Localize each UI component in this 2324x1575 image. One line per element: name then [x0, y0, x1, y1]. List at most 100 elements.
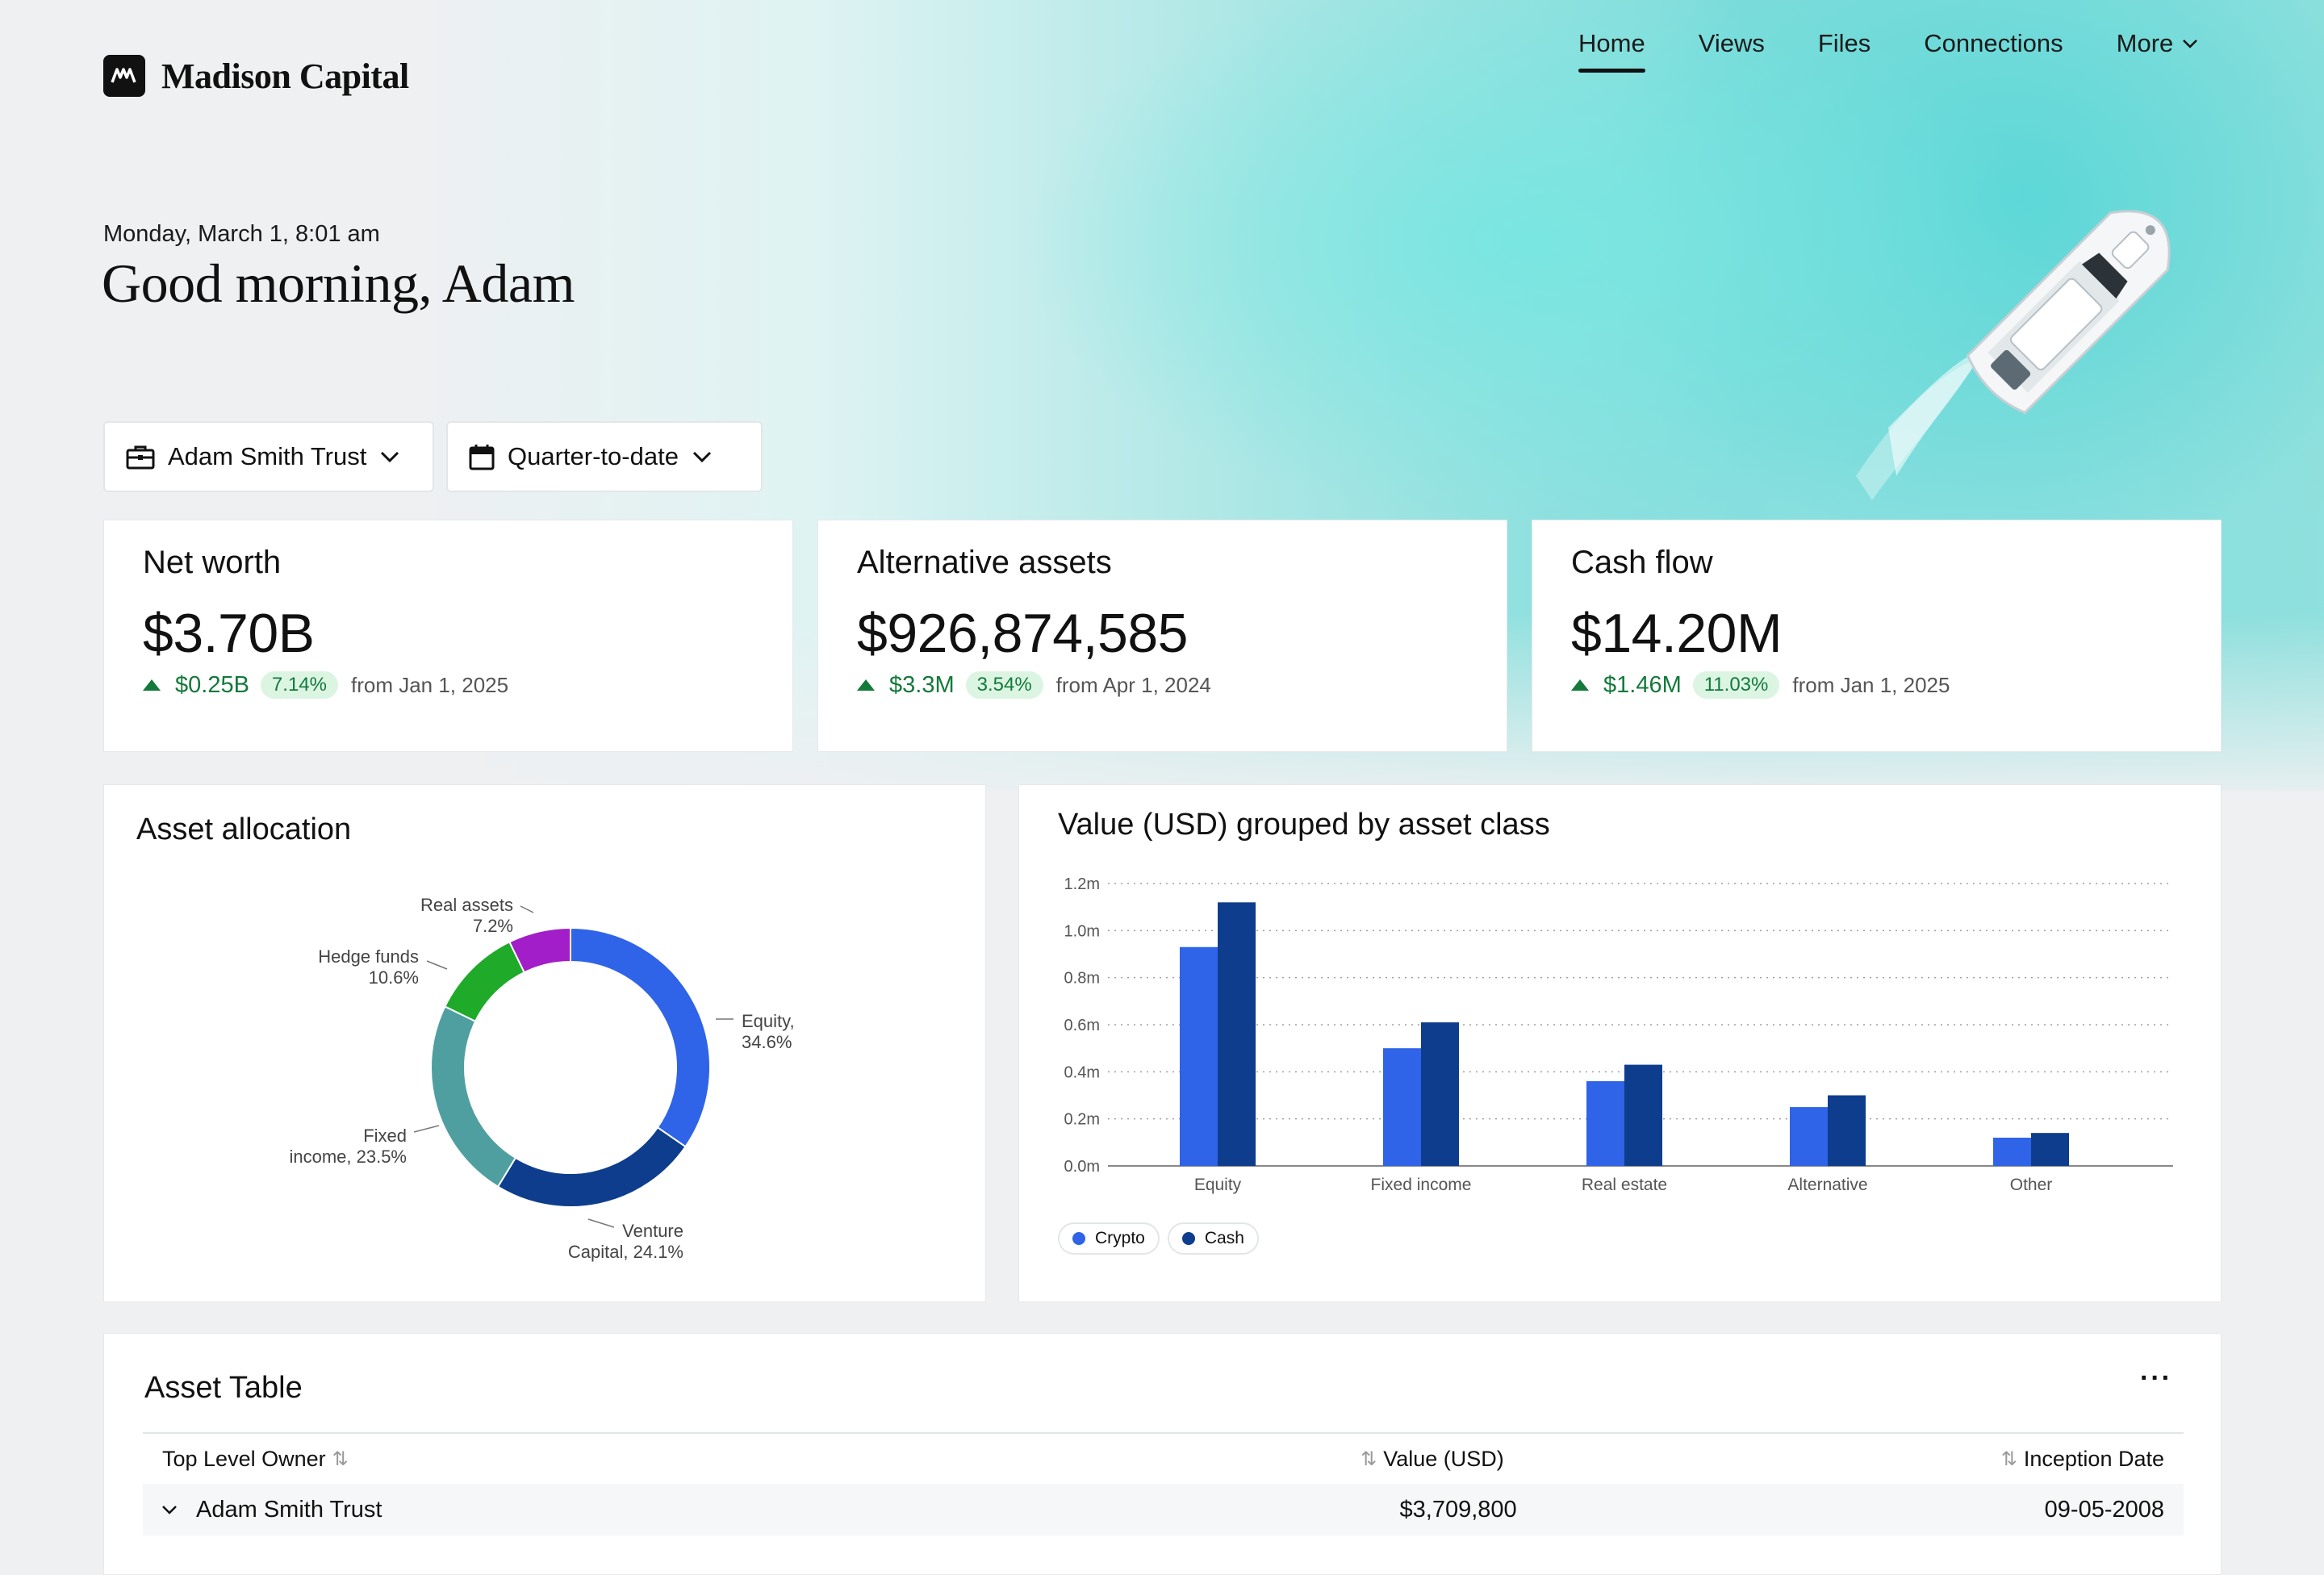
bar-cash-alternative[interactable] [1828, 1095, 1866, 1167]
y-tick-label: 0.2m [1064, 1111, 1100, 1129]
brand-name: Madison Capital [161, 56, 409, 96]
calendar-icon [469, 445, 495, 470]
asset-table-card: Asset Table ··· Top Level Owner ⇅ ⇅ Valu… [103, 1333, 2222, 1575]
y-tick-label: 1.2m [1064, 875, 1100, 893]
donut-label-equity: 34.6% [742, 1032, 792, 1052]
nav-more-label: More [2116, 29, 2174, 57]
kpi-value: $926,874,585 [857, 603, 1188, 664]
bar-cash-other[interactable] [2031, 1133, 2069, 1166]
brand-mark-icon [103, 55, 145, 97]
y-tick-label: 0.8m [1064, 970, 1100, 988]
donut-label-fixed-income: Fixed [363, 1126, 407, 1146]
donut-slice-hedge-funds[interactable] [444, 941, 526, 1023]
legend-item-crypto[interactable]: Crypto [1058, 1222, 1160, 1255]
kpi-change-percent: 7.14% [260, 671, 338, 699]
nav-home[interactable]: Home [1578, 29, 1645, 73]
entity-filter-dropdown[interactable]: Adam Smith Trust [103, 421, 434, 492]
kpi-card-cash-flow[interactable]: Cash flow $14.20M $1.46M 11.03% from Jan… [1532, 520, 2222, 752]
bar-cash-fixed-income[interactable] [1421, 1022, 1459, 1166]
x-tick-label: Fixed income [1371, 1176, 1472, 1194]
x-tick-label: Equity [1194, 1176, 1242, 1194]
legend-dot-cash [1181, 1232, 1195, 1245]
y-tick-label: 0.6m [1064, 1017, 1100, 1034]
donut-label-equity: Equity, [742, 1011, 795, 1031]
nav-connections[interactable]: Connections [1924, 29, 2063, 73]
table-header-row: Top Level Owner ⇅ ⇅ Value (USD) ⇅ Incept… [143, 1432, 2184, 1485]
donut-label-venture-capital: Venture [622, 1221, 683, 1241]
chevron-down-icon [2183, 40, 2198, 48]
donut-label-fixed-income: income, 23.5% [289, 1147, 407, 1167]
column-header-owner-label: Top Level Owner [162, 1446, 326, 1471]
asset-allocation-donut: Equity,34.6% VentureCapital, 24.1% Fixedin… [289, 895, 795, 1262]
arrow-up-icon [857, 679, 875, 691]
kpi-value: $3.70B [143, 603, 315, 664]
label-leader-line [587, 1218, 615, 1228]
chevron-down-icon[interactable] [161, 1504, 178, 1515]
donut-slice-fixed-income[interactable] [430, 1005, 517, 1189]
cell-inception-date: 09-05-2008 [2044, 1496, 2164, 1523]
nav-more[interactable]: More [2117, 29, 2200, 73]
table-row[interactable]: Adam Smith Trust $3,709,800 09-05-2008 [143, 1484, 2184, 1535]
column-header-inception[interactable]: ⇅ Inception Date [2001, 1447, 2164, 1472]
arrow-up-icon [1571, 679, 1589, 691]
sort-icon: ⇅ [2000, 1448, 2017, 1470]
kpi-change-from: from Jan 1, 2025 [1792, 672, 1950, 697]
kpi-card-alternative-assets[interactable]: Alternative assets $926,874,585 $3.3M 3.… [817, 520, 1507, 752]
bar-cash-real-estate[interactable] [1624, 1064, 1662, 1166]
period-filter-dropdown[interactable]: Quarter-to-date [446, 421, 763, 492]
cell-value: $3,709,800 [1399, 1496, 1517, 1523]
bar-crypto-alternative[interactable] [1790, 1107, 1828, 1166]
kpi-title: Cash flow [1571, 545, 1713, 580]
briefcase-icon [126, 445, 155, 470]
bar-crypto-fixed-income[interactable] [1383, 1048, 1421, 1166]
bar-crypto-real-estate[interactable] [1586, 1081, 1624, 1166]
kpi-change-from: from Jan 1, 2025 [350, 672, 509, 697]
cell-owner: Adam Smith Trust [196, 1496, 382, 1523]
chart-legend: Crypto Cash [1058, 1222, 1259, 1255]
brand-logo[interactable]: Madison Capital [103, 55, 409, 97]
period-filter-label: Quarter-to-date [508, 442, 679, 470]
y-tick-label: 0.0m [1064, 1158, 1100, 1176]
kpi-change-percent: 11.03% [1692, 671, 1780, 699]
kpi-card-net-worth[interactable]: Net worth $3.70B $0.25B 7.14% from Jan 1… [103, 520, 793, 752]
yacht-image [1856, 210, 2171, 500]
kpi-change: $0.25B 7.14% from Jan 1, 2025 [143, 671, 754, 699]
kpi-change-percent: 3.54% [965, 671, 1043, 699]
y-tick-label: 1.0m [1064, 922, 1100, 940]
kpi-change-amount: $3.3M [889, 671, 955, 698]
label-leader-line [413, 1125, 440, 1133]
kpi-change: $1.46M 11.03% from Jan 1, 2025 [1571, 671, 2182, 699]
column-header-value[interactable]: ⇅ Value (USD) [1361, 1447, 1504, 1472]
value-by-asset-class-card: Value (USD) grouped by asset class 0.0m 0… [1018, 784, 2222, 1302]
chevron-down-icon [381, 451, 399, 463]
kpi-title: Alternative assets [857, 545, 1112, 580]
entity-filter-label: Adam Smith Trust [168, 442, 367, 470]
donut-slice-equity[interactable] [570, 926, 711, 1148]
donut-label-hedge-funds: Hedge funds [318, 946, 419, 967]
bar-crypto-equity[interactable] [1180, 946, 1218, 1166]
nav-files-label: Files [1817, 29, 1871, 57]
legend-dot-crypto [1072, 1232, 1085, 1245]
y-tick-label: 0.4m [1064, 1063, 1100, 1081]
x-tick-label: Other [2010, 1176, 2053, 1194]
nav-files[interactable]: Files [1818, 29, 1870, 73]
bar-crypto-other[interactable] [1993, 1138, 2031, 1166]
nav-home-label: Home [1578, 29, 1645, 57]
donut-label-hedge-funds: 10.6% [369, 967, 419, 988]
more-options-icon[interactable]: ··· [2140, 1363, 2172, 1394]
bar-cash-equity[interactable] [1218, 902, 1256, 1166]
kpi-title: Net worth [143, 545, 282, 580]
nav-views[interactable]: Views [1699, 29, 1765, 73]
donut-slice-venture-capital[interactable] [496, 1126, 687, 1208]
greeting-message: Good morning, Adam [102, 253, 575, 314]
x-tick-label: Alternative [1787, 1176, 1867, 1194]
x-tick-label: Real estate [1582, 1176, 1667, 1194]
legend-item-cash[interactable]: Cash [1167, 1222, 1259, 1255]
kpi-change-amount: $0.25B [175, 671, 249, 698]
column-header-owner[interactable]: Top Level Owner ⇅ [162, 1447, 349, 1472]
legend-label-crypto: Crypto [1095, 1229, 1145, 1247]
sort-icon: ⇅ [1361, 1448, 1377, 1470]
asset-allocation-card: Asset allocation Equity, 34.6% Venture Capi… [103, 784, 986, 1302]
donut-label-real-assets: Real assets [420, 895, 513, 915]
donut-label-venture-capital: Capital, 24.1% [568, 1242, 683, 1262]
